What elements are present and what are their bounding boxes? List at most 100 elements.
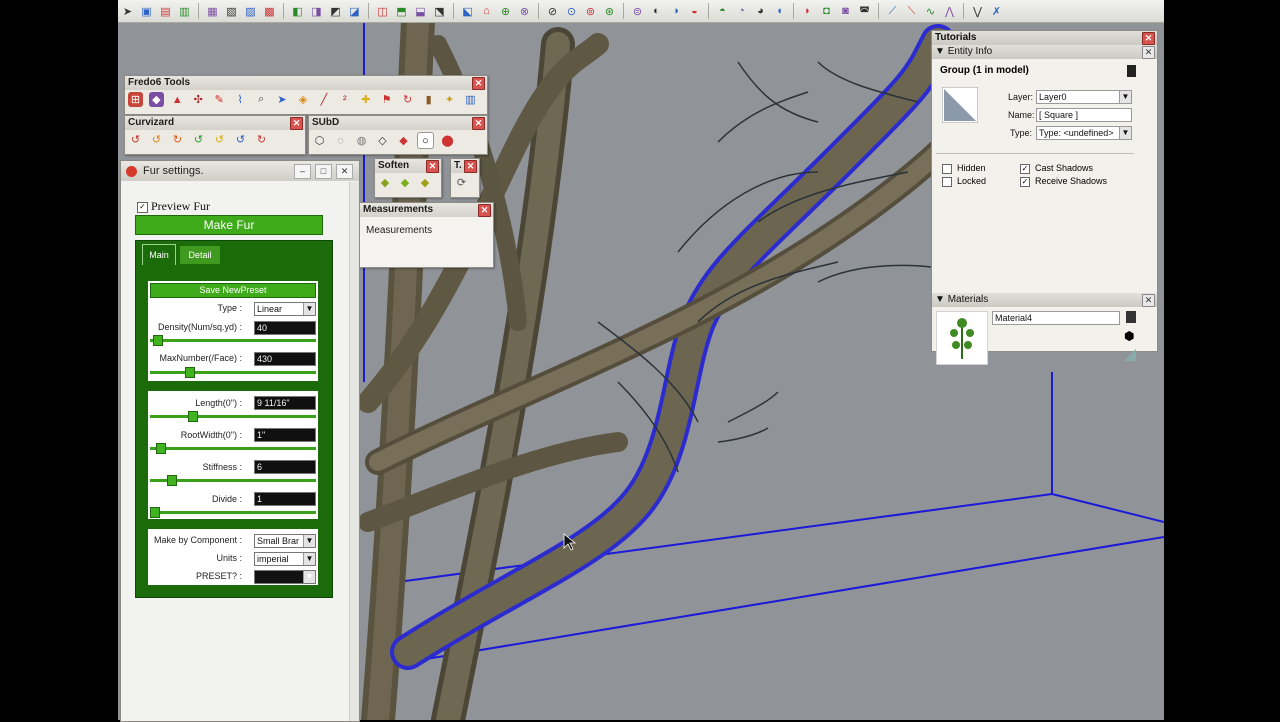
pin-icon[interactable] bbox=[1127, 65, 1136, 77]
subdivide-icon[interactable]: ⬡ bbox=[312, 133, 327, 148]
mark-icon[interactable]: ✚ bbox=[358, 92, 373, 107]
soften-edges-icon[interactable]: ◆ bbox=[378, 175, 392, 190]
text-icon[interactable]: ⬔ bbox=[432, 4, 447, 19]
link-icon[interactable]: ⟳ bbox=[454, 175, 469, 190]
zoom-extents-icon[interactable]: ⊙ bbox=[564, 4, 579, 19]
xray-icon[interactable]: ◕ bbox=[753, 4, 768, 19]
curvizard-title[interactable]: Curvizard ✕ bbox=[125, 116, 305, 130]
density-slider[interactable] bbox=[150, 335, 316, 346]
paint-bucket-icon[interactable]: ▤ bbox=[158, 4, 173, 19]
close-button[interactable]: ✕ bbox=[336, 163, 353, 179]
line-icon[interactable]: ╱ bbox=[316, 92, 331, 107]
smooth-edges-icon[interactable]: ◆ bbox=[398, 175, 412, 190]
barrel-icon[interactable]: ▮ bbox=[421, 92, 436, 107]
back-view-icon[interactable]: ◓ bbox=[715, 4, 730, 19]
loop-icon[interactable]: ↻ bbox=[170, 132, 185, 147]
move-tool-icon[interactable]: ◧ bbox=[290, 4, 305, 19]
type-select[interactable]: Linear ▼ bbox=[254, 302, 316, 316]
preview-fur-checkbox[interactable]: ✓ bbox=[137, 201, 148, 213]
close-icon[interactable]: ✕ bbox=[1142, 32, 1155, 45]
length-slider-knob[interactable] bbox=[187, 411, 198, 422]
axes-icon[interactable]: ⬕ bbox=[460, 4, 475, 19]
close-icon[interactable]: ✕ bbox=[290, 117, 303, 130]
3d-text-icon[interactable]: ⌂ bbox=[479, 4, 494, 19]
line-tool-icon[interactable]: ▦ bbox=[205, 4, 220, 19]
units-select[interactable]: imperial ▼ bbox=[254, 552, 316, 566]
smooth-quad-icon[interactable]: ○ bbox=[417, 132, 434, 149]
material-name-field[interactable]: Material4 bbox=[992, 311, 1120, 325]
rotate-tool-icon[interactable]: ◨ bbox=[309, 4, 324, 19]
zoom-icon[interactable]: ⊘ bbox=[545, 4, 560, 19]
close-icon[interactable]: ✕ bbox=[472, 77, 485, 90]
wand-icon[interactable]: ✦ bbox=[442, 92, 457, 107]
entity-info-header[interactable]: ▼ Entity Info ✕ bbox=[932, 45, 1157, 59]
locked-checkbox[interactable] bbox=[942, 176, 952, 187]
right-view-icon[interactable]: ◒ bbox=[687, 4, 702, 19]
scrollbar[interactable] bbox=[349, 182, 359, 721]
receive-shadows-row[interactable]: ✓ Receive Shadows bbox=[1020, 176, 1107, 187]
close-icon[interactable]: ✕ bbox=[1142, 294, 1155, 307]
hidden-checkbox-row[interactable]: Hidden bbox=[942, 163, 986, 174]
back-edges-icon[interactable]: ◖ bbox=[772, 4, 787, 19]
minimize-button[interactable]: – bbox=[294, 163, 311, 179]
next-view-icon[interactable]: ⊛ bbox=[602, 4, 617, 19]
maxnumber-slider-knob[interactable] bbox=[184, 367, 195, 378]
receive-shadows-checkbox[interactable]: ✓ bbox=[1020, 176, 1030, 187]
select-tool-icon[interactable]: ➤ bbox=[120, 4, 135, 19]
scale-tool-icon[interactable]: ◩ bbox=[328, 4, 343, 19]
tab-detail[interactable]: Detail bbox=[180, 246, 220, 264]
density-input[interactable]: 40 bbox=[254, 321, 316, 335]
rootwidth-input[interactable]: 1" bbox=[254, 428, 316, 442]
yellow-curve-icon[interactable]: ↺ bbox=[212, 132, 227, 147]
component-icon[interactable]: ▣ bbox=[139, 4, 154, 19]
offset-tool-icon[interactable]: ◪ bbox=[347, 4, 362, 19]
density-slider-knob[interactable] bbox=[153, 335, 164, 346]
measurements-title[interactable]: Measurements ✕ bbox=[360, 203, 493, 217]
name-field[interactable]: [ Square ] bbox=[1036, 108, 1132, 122]
pan-icon[interactable]: ⊗ bbox=[517, 4, 532, 19]
small-tool-title[interactable]: T. ✕ bbox=[451, 159, 479, 173]
stiffness-slider[interactable] bbox=[150, 475, 316, 486]
type-select[interactable]: Type: <undefined> ▼ bbox=[1036, 126, 1132, 140]
orbit-icon[interactable]: ⊕ bbox=[498, 4, 513, 19]
section-plane-icon[interactable]: ⟍ bbox=[904, 4, 919, 19]
dimension-icon[interactable]: ⬒ bbox=[394, 4, 409, 19]
round-corner-icon[interactable]: ◆ bbox=[148, 92, 164, 107]
stiffness-input[interactable]: 6 bbox=[254, 460, 316, 474]
cast-shadows-checkbox[interactable]: ✓ bbox=[1020, 163, 1030, 174]
bezier-icon[interactable]: ⌇ bbox=[233, 92, 248, 107]
locked-checkbox-row[interactable]: Locked bbox=[942, 176, 986, 187]
bevel-icon[interactable]: ◇ bbox=[375, 133, 390, 148]
joint-push-pull-icon[interactable]: ⊞ bbox=[128, 92, 143, 107]
stiffness-slider-knob[interactable] bbox=[167, 475, 178, 486]
flag-icon[interactable]: ⚑ bbox=[379, 92, 394, 107]
divide-slider[interactable] bbox=[150, 507, 316, 518]
close-icon[interactable]: ✕ bbox=[472, 117, 485, 130]
quad-icon[interactable]: ⬤ bbox=[440, 133, 455, 148]
top-view-icon[interactable]: ◐ bbox=[649, 4, 664, 19]
front-view-icon[interactable]: ◑ bbox=[668, 4, 683, 19]
blue-curve-icon[interactable]: ↺ bbox=[233, 132, 248, 147]
bars-icon[interactable]: ▥ bbox=[463, 92, 478, 107]
fur-settings-titlebar[interactable]: Fur settings. – □ ✕ bbox=[121, 161, 359, 181]
preset-select[interactable]: ▼ bbox=[254, 570, 316, 584]
shaded-icon[interactable]: ◙ bbox=[838, 4, 853, 19]
left-view-icon[interactable]: ◔ bbox=[734, 4, 749, 19]
measurements-value-box[interactable]: Measurements bbox=[360, 217, 493, 244]
close-icon[interactable]: ✕ bbox=[1142, 46, 1155, 59]
knife-icon[interactable]: ◍ bbox=[354, 133, 369, 148]
red-curve-icon[interactable]: ↻ bbox=[254, 132, 269, 147]
hidden-line-icon[interactable]: ◘ bbox=[819, 4, 834, 19]
crease-icon[interactable]: ◌ bbox=[333, 133, 348, 148]
maxnumber-slider[interactable] bbox=[150, 367, 316, 378]
divide-input[interactable]: 1 bbox=[254, 492, 316, 506]
rootwidth-slider[interactable] bbox=[150, 443, 316, 454]
cast-shadows-row[interactable]: ✓ Cast Shadows bbox=[1020, 163, 1093, 174]
hidden-checkbox[interactable] bbox=[942, 163, 952, 174]
flatten-icon[interactable]: ⋁ bbox=[970, 4, 985, 19]
length-input[interactable]: 9 11/16" bbox=[254, 396, 316, 410]
eraser-icon[interactable]: ▥ bbox=[177, 4, 192, 19]
textured-icon[interactable]: ◚ bbox=[857, 4, 872, 19]
tab-main[interactable]: Main bbox=[142, 244, 176, 265]
cube-icon[interactable]: ◈ bbox=[296, 92, 311, 107]
